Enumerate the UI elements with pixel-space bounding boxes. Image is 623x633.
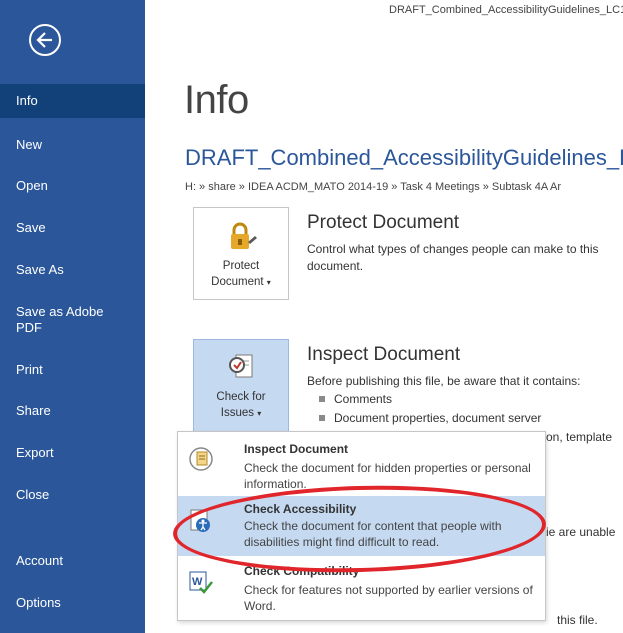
back-button[interactable] <box>29 24 61 56</box>
backstage-sidebar: Info New Open Save Save As Save as Adobe… <box>0 0 145 633</box>
inspect-document-heading: Inspect Document <box>307 344 461 365</box>
accessibility-icon <box>190 509 210 532</box>
protect-document-heading: Protect Document <box>307 212 460 233</box>
protect-document-desc: Control what types of changes people can… <box>307 242 599 273</box>
menu-item-inspect-document[interactable]: Inspect Document Check the document for … <box>178 436 545 496</box>
inspect-magnifier-icon <box>229 354 253 378</box>
nav-save[interactable]: Save <box>0 220 145 236</box>
word-compatibility-icon: W <box>189 571 213 594</box>
protect-label-line1: Protect <box>222 260 260 272</box>
nav-save-as[interactable]: Save As <box>0 262 145 278</box>
nav-save-as-adobe-pdf[interactable]: Save as Adobe PDF <box>0 304 120 336</box>
check-issues-label-line2: Issues ▾ <box>220 407 262 419</box>
page-title: Info <box>184 78 249 122</box>
menu-item-desc: Check for features not supported by earl… <box>244 583 533 613</box>
nav-new[interactable]: New <box>0 137 145 153</box>
lock-icon <box>231 222 257 249</box>
menu-item-check-accessibility[interactable]: Check Accessibility Check the document f… <box>178 496 545 556</box>
document-title: DRAFT_Combined_AccessibilityGuidelines_L <box>185 145 623 170</box>
inspect-bullet-properties: Document properties, document server <box>318 411 542 425</box>
nav-info[interactable]: Info <box>0 84 145 118</box>
check-for-issues-button[interactable]: Check for Issues ▾ <box>193 339 289 432</box>
inspect-partial-text-2: ie are unable <box>546 525 616 539</box>
svg-text:W: W <box>192 576 203 588</box>
nav-share[interactable]: Share <box>0 403 145 419</box>
menu-item-desc: Check the document for content that peop… <box>244 519 502 549</box>
nav-export[interactable]: Export <box>0 445 145 461</box>
nav-account[interactable]: Account <box>0 553 145 569</box>
inspect-partial-text-3: this file. <box>557 613 598 627</box>
protect-label-line2: Document ▾ <box>211 276 271 288</box>
inspect-document-desc: Before publishing this file, be aware th… <box>307 374 581 388</box>
inspect-document-icon <box>189 447 213 471</box>
inspect-bullet-comments: Comments <box>318 392 393 406</box>
menu-item-title: Inspect Document <box>244 442 349 456</box>
nav-open[interactable]: Open <box>0 178 145 194</box>
check-issues-dropdown: Inspect Document Check the document for … <box>177 431 546 621</box>
document-path[interactable]: H: » share » IDEA ACDM_MATO 2014-19 » Ta… <box>185 181 561 193</box>
window-filename: DRAFT_Combined_AccessibilityGuidelines_L… <box>389 4 623 16</box>
inspect-partial-text-1: on, template <box>546 430 613 444</box>
back-arrow-icon <box>36 32 52 48</box>
nav-close[interactable]: Close <box>0 487 145 503</box>
menu-item-check-compatibility[interactable]: W Check Compatibility Check for features… <box>178 558 545 618</box>
nav-print[interactable]: Print <box>0 362 145 378</box>
nav-options[interactable]: Options <box>0 595 145 611</box>
protect-document-button[interactable]: Protect Document ▾ <box>193 207 289 300</box>
menu-item-title: Check Compatibility <box>244 564 360 578</box>
check-issues-label-line1: Check for <box>216 391 266 403</box>
menu-item-title: Check Accessibility <box>244 502 357 516</box>
menu-item-desc: Check the document for hidden properties… <box>244 461 531 491</box>
